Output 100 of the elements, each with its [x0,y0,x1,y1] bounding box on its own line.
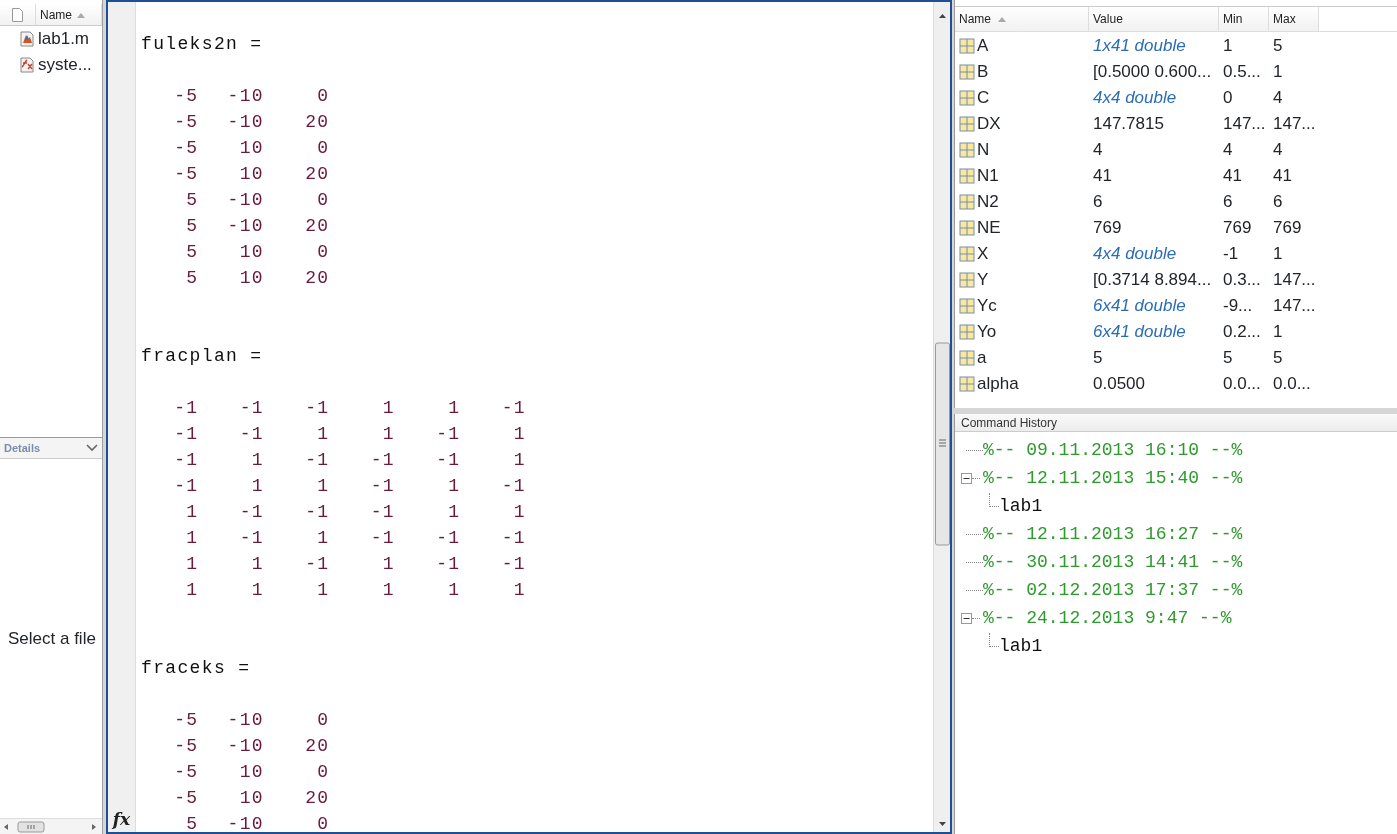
vertical-scrollbar[interactable] [933,2,950,832]
matrix-cell-text: 1 [185,527,199,550]
matrix-cell-text: 1 [512,579,526,602]
variable-name[interactable]: alpha [977,371,1019,397]
collapse-icon[interactable] [961,612,972,624]
file-name[interactable]: lab1.m [38,26,90,52]
variable-name[interactable]: N2 [977,189,999,215]
matrix-cell-text: 20 [304,735,330,758]
matrix-cell-text: -1 [500,397,526,420]
file-icon [12,7,23,22]
min-value: 769 [1222,217,1253,240]
matrix-cell-text: -10 [226,111,264,134]
matrix-cell-text: 20 [304,215,330,238]
variable-value: 6x41 double [1092,295,1187,318]
collapse-icon[interactable] [961,472,972,484]
history-command[interactable]: lab1 [999,492,1043,520]
horizontal-scrollbar[interactable] [0,818,102,834]
min-value: 0.0... [1222,373,1262,396]
column-header[interactable]: Max [1269,7,1319,31]
max-value: 1 [1272,321,1284,344]
matrix-cell-text: -1 [304,397,330,420]
variable-name[interactable]: N [977,137,990,163]
variable-name[interactable]: Yo [977,319,997,345]
min-value: 1 [1222,35,1234,58]
history-session[interactable]: %-- 09.11.2013 16:10 --% [983,436,1243,464]
matrix-cell-text: 1 [512,501,526,524]
panel-title: Command History [955,414,1397,432]
matrix-cell-text: 0 [316,137,330,160]
history-session[interactable]: %-- 30.11.2013 14:41 --% [983,548,1243,576]
variable-name: fuleks2n = [141,33,264,56]
matrix-cell-text: -1 [435,423,461,446]
matrix-cell-text: -1 [238,501,264,524]
max-value: 1 [1272,61,1284,84]
matrix-cell-text: 0 [316,189,330,212]
variable-name[interactable]: C [977,85,990,111]
matrix-cell-text: 5 [185,241,199,264]
matrix-cell-text: -1 [369,501,395,524]
matrix-cell-text: 1 [316,475,330,498]
matrix-cell-text: 5 [185,189,199,212]
matrix-cell-text: 0 [316,709,330,732]
matrix-cell-text: 1 [447,579,461,602]
column-header[interactable]: Value [1089,7,1219,31]
min-value: 0.2... [1222,321,1262,344]
matrix-cell-text: -5 [173,709,199,732]
matrix-icon [959,168,975,184]
matrix-cell-text: 20 [304,111,330,134]
variable-value: 41 [1092,165,1113,188]
matrix-cell-text: -1 [173,449,199,472]
column-header[interactable]: Min [1219,7,1269,31]
max-value: 0.0... [1272,373,1312,396]
matrix-cell-text: 20 [304,163,330,186]
variable-name[interactable]: X [977,241,989,267]
matrix-cell-text: 1 [381,397,395,420]
variable-name[interactable]: a [977,345,987,371]
min-value: 41 [1222,165,1243,188]
matrix-cell-text: 1 [512,423,526,446]
sort-icon [997,15,1007,23]
variable-name[interactable]: B [977,59,989,85]
chevron-icon[interactable] [86,444,98,452]
matrix-cell-text: -1 [173,475,199,498]
variable-name[interactable]: A [977,33,989,59]
column-header[interactable]: Name [955,7,1089,31]
history-command[interactable]: lab1 [999,632,1043,660]
variable-name[interactable]: Yc [977,293,997,319]
matrix-icon [959,376,975,392]
matrix-cell-text: 1 [316,423,330,446]
variable-value: [0.5000 0.600... [1092,61,1213,84]
variable-name[interactable]: DX [977,111,1001,137]
matrix-cell-text: 1 [381,579,395,602]
max-value: 4 [1272,87,1284,110]
min-value: 4 [1222,139,1234,162]
matrix-cell-text: -5 [173,787,199,810]
min-value: 0 [1222,87,1234,110]
matrix-icon [959,90,975,106]
matrix-cell-text: 10 [238,787,264,810]
matrix-cell-text: 1 [185,579,199,602]
matrix-cell-text: 0 [316,85,330,108]
matrix-cell-text: 1 [185,501,199,524]
max-value: 4 [1272,139,1284,162]
matrix-icon [959,64,975,80]
matrix-cell-text: -5 [173,111,199,134]
matrix-cell-text: -5 [173,85,199,108]
min-value: 5 [1222,347,1234,370]
history-session[interactable]: %-- 24.12.2013 9:47 --% [983,604,1232,632]
matrix-cell-text: -1 [369,527,395,550]
matrix-cell-text: -5 [173,761,199,784]
matrix-cell-text: -1 [500,527,526,550]
history-session[interactable]: %-- 02.12.2013 17:37 --% [983,576,1243,604]
file-name[interactable]: syste... [38,52,92,78]
function-icon[interactable]: fx [112,806,131,832]
history-session[interactable]: %-- 12.11.2013 15:40 --% [983,464,1243,492]
variable-name[interactable]: Y [977,267,989,293]
min-value: -1 [1222,243,1240,266]
matrix-cell-text: 1 [447,397,461,420]
matrix-cell-text: -1 [369,449,395,472]
matrix-cell-text: -10 [226,189,264,212]
history-session[interactable]: %-- 12.11.2013 16:27 --% [983,520,1243,548]
variable-name[interactable]: NE [977,215,1001,241]
min-value: -9... [1222,295,1254,318]
variable-name[interactable]: N1 [977,163,999,189]
